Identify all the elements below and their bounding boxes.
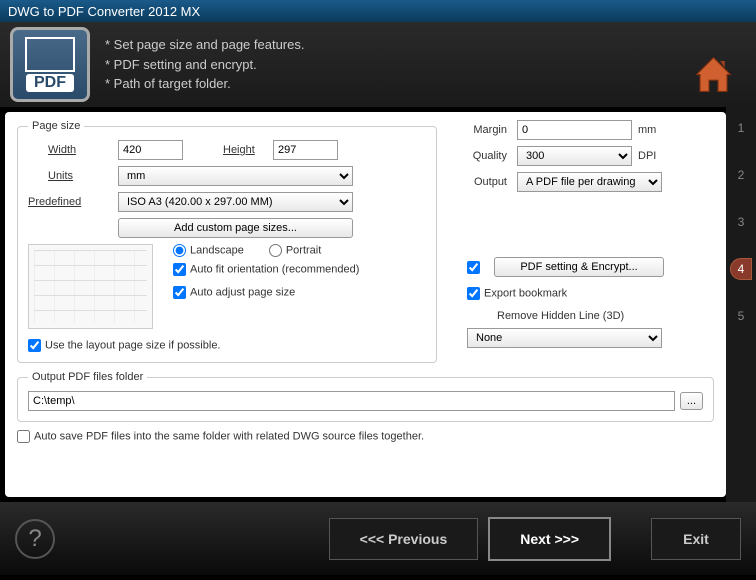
width-input[interactable] (118, 140, 183, 160)
help-button[interactable]: ? (15, 519, 55, 559)
width-label: Width (48, 144, 118, 156)
height-label: Height (223, 144, 273, 156)
page-size-legend: Page size (28, 120, 84, 132)
units-label: Units (48, 170, 118, 182)
title-bar: DWG to PDF Converter 2012 MX (0, 0, 756, 22)
margin-input[interactable] (517, 120, 632, 140)
units-select[interactable]: mm (118, 166, 353, 186)
add-custom-button[interactable]: Add custom page sizes... (118, 218, 353, 238)
page-size-group: Page size Width Height Units mm Predefin… (17, 120, 437, 363)
output-label: Output (467, 176, 517, 188)
output-folder-legend: Output PDF files folder (28, 371, 147, 383)
landscape-radio[interactable]: Landscape (173, 244, 244, 257)
home-icon[interactable] (691, 52, 736, 97)
pdf-logo: PDF (10, 27, 90, 102)
predefined-select[interactable]: ISO A3 (420.00 x 297.00 MM) (118, 192, 353, 212)
exit-button[interactable]: Exit (651, 518, 741, 560)
output-folder-group: Output PDF files folder ... (17, 371, 714, 422)
portrait-radio[interactable]: Portrait (269, 244, 321, 257)
app-title: DWG to PDF Converter 2012 MX (8, 4, 200, 19)
margin-unit: mm (638, 124, 656, 136)
quality-select[interactable]: 300 (517, 146, 632, 166)
quality-label: Quality (467, 150, 517, 162)
next-button[interactable]: Next >>> (488, 517, 611, 561)
step-5[interactable]: 5 (730, 305, 752, 327)
auto-adjust-checkbox[interactable]: Auto adjust page size (173, 286, 295, 299)
browse-button[interactable]: ... (680, 392, 703, 410)
output-select[interactable]: A PDF file per drawing (517, 172, 662, 192)
step-4[interactable]: 4 (730, 258, 752, 280)
form-panel: Page size Width Height Units mm Predefin… (5, 112, 726, 497)
step-2[interactable]: 2 (730, 164, 752, 186)
margin-label: Margin (467, 124, 517, 136)
step-3[interactable]: 3 (730, 211, 752, 233)
page-preview (28, 244, 153, 329)
use-layout-checkbox[interactable]: Use the layout page size if possible. (28, 339, 221, 352)
pdf-encrypt-button[interactable]: PDF setting & Encrypt... (494, 257, 664, 277)
height-input[interactable] (273, 140, 338, 160)
predefined-label: Predefined (28, 196, 118, 208)
output-path-input[interactable] (28, 391, 675, 411)
header: PDF * Set page size and page features. *… (0, 22, 756, 107)
hidden-line-select[interactable]: None (467, 328, 662, 348)
autosave-checkbox[interactable]: Auto save PDF files into the same folder… (17, 430, 424, 443)
export-bookmark-checkbox[interactable]: Export bookmark (467, 287, 567, 300)
auto-fit-checkbox[interactable]: Auto fit orientation (recommended) (173, 263, 359, 276)
header-description: * Set page size and page features. * PDF… (105, 35, 304, 94)
quality-unit: DPI (638, 150, 656, 162)
step-bar: 1 2 3 4 5 (726, 107, 756, 502)
pdf-encrypt-checkbox[interactable] (467, 261, 480, 274)
previous-button[interactable]: <<< Previous (329, 518, 479, 560)
step-1[interactable]: 1 (730, 117, 752, 139)
footer: ? <<< Previous Next >>> Exit (0, 502, 756, 575)
hidden-line-label: Remove Hidden Line (3D) (497, 310, 624, 322)
